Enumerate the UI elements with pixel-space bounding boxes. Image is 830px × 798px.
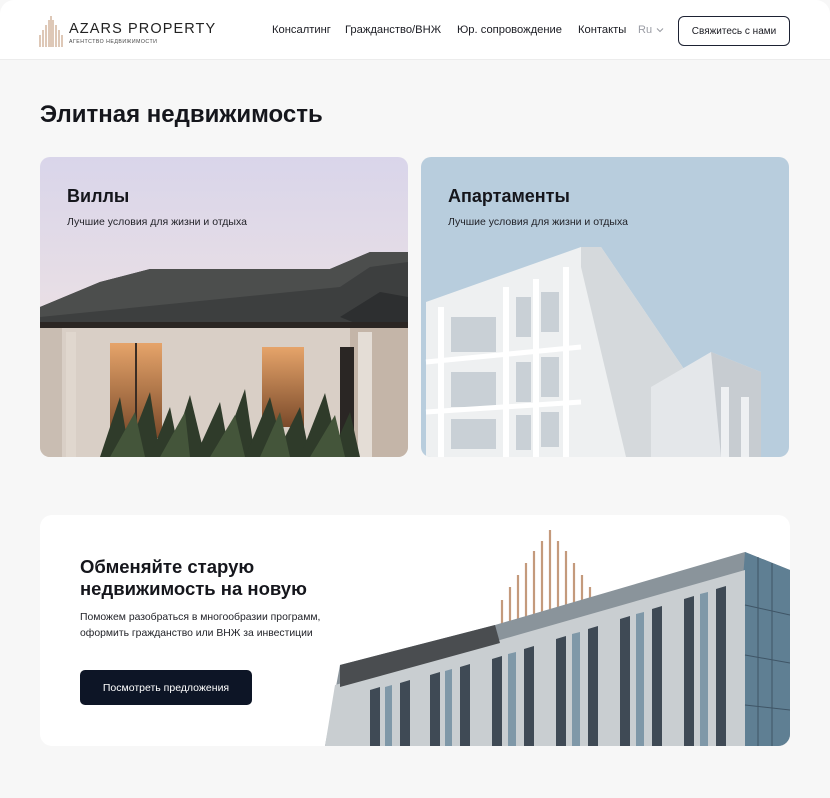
nav-item-citizenship[interactable]: Гражданство/ВНЖ <box>345 24 441 36</box>
chevron-down-icon <box>656 28 664 33</box>
apartments-title: Апартаменты <box>448 186 570 206</box>
brand-tagline: АГЕНТСТВО НЕДВИЖИМОСТИ <box>69 39 158 45</box>
language-selector[interactable]: Ru <box>638 24 664 36</box>
promo-description: Поможем разобраться в многообразии прогр… <box>80 612 321 639</box>
nav-item-contacts[interactable]: Контакты <box>578 24 626 36</box>
promo-title: Обменяйте старую недвижимость на новую <box>80 556 307 599</box>
site-header: AZARS PROPERTY АГЕНТСТВО НЕДВИЖИМОСТИ Ко… <box>0 0 830 60</box>
villas-subtitle: Лучшие условия для жизни и отдыха <box>67 216 247 228</box>
brand-logo[interactable]: AZARS PROPERTY АГЕНТСТВО НЕДВИЖИМОСТИ <box>38 15 216 47</box>
exchange-promo: Обменяйте старую недвижимость на новую П… <box>40 515 790 746</box>
page-title: Элитная недвижимость <box>40 101 323 128</box>
villas-card[interactable]: Виллы Лучшие условия для жизни и отдыха <box>40 157 408 457</box>
logo-icon <box>39 16 63 47</box>
villas-title: Виллы <box>67 186 130 206</box>
apartments-card[interactable]: Апартаменты Лучшие условия для жизни и о… <box>421 157 789 457</box>
view-offers-button[interactable]: Посмотреть предложения <box>80 670 252 705</box>
brand-name: AZARS PROPERTY <box>69 21 217 37</box>
nav-item-legal-support[interactable]: Юр. сопровождение <box>457 24 562 36</box>
nav-item-consulting[interactable]: Консалтинг <box>272 24 331 36</box>
contact-us-button[interactable]: Свяжитесь с нами <box>678 16 790 46</box>
language-label: Ru <box>638 24 653 36</box>
apartments-subtitle: Лучшие условия для жизни и отдыха <box>448 216 628 228</box>
